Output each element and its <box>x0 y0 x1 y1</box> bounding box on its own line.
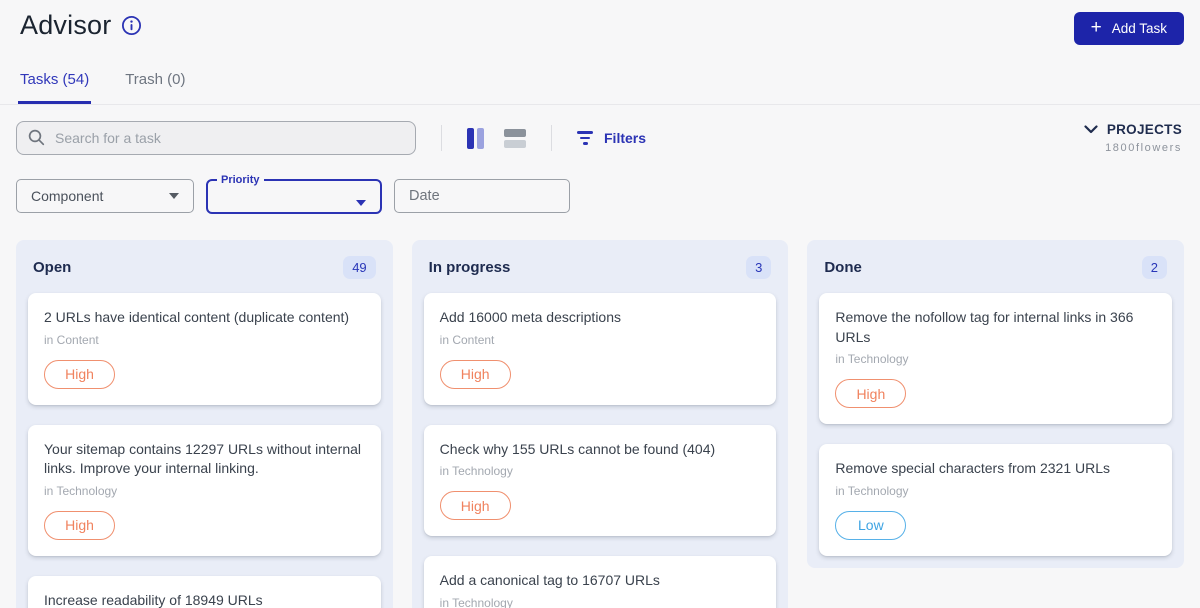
tab-trash[interactable]: Trash (0) <box>123 65 187 104</box>
kanban-view-icon[interactable] <box>467 127 484 149</box>
card-list: Remove the nofollow tag for internal lin… <box>819 293 1173 556</box>
list-view-icon[interactable] <box>504 128 526 148</box>
caret-down-icon <box>169 193 179 199</box>
title-wrap: Advisor <box>20 10 142 41</box>
card-component: in Technology <box>44 483 118 498</box>
task-card[interactable]: Remove the nofollow tag for internal lin… <box>819 293 1173 425</box>
tab-tasks[interactable]: Tasks (54) <box>18 65 92 104</box>
column-count-badge: 3 <box>746 256 772 279</box>
search-icon <box>28 129 45 151</box>
advisor-app: Advisor + Add Task Tasks (54) Trash (0) <box>0 0 1200 608</box>
card-component: in Technology <box>835 352 909 367</box>
card-component: in Technology <box>439 595 513 608</box>
divider <box>441 125 442 151</box>
card-component: in Content <box>44 332 99 347</box>
card-title: Add a canonical tag to 16707 URLs <box>439 572 660 589</box>
date-filter[interactable] <box>394 179 570 213</box>
priority-badge: Low <box>835 510 907 540</box>
column-count-badge: 49 <box>343 256 376 279</box>
column-header: Open 49 <box>28 252 381 293</box>
card-title: Your sitemap contains 12297 URLs without… <box>44 440 362 477</box>
priority-badge: High <box>44 359 115 389</box>
column-title: Done <box>824 259 862 276</box>
filter-icon <box>577 131 593 145</box>
project-name: 1800flowers <box>1105 142 1182 154</box>
info-icon[interactable] <box>121 15 142 36</box>
board-column-in-progress: In progress 3 Add 16000 meta descriptions i… <box>411 240 789 608</box>
board-column-done: Done 2 Remove the nofollow tag for interna… <box>807 240 1185 568</box>
toolbar: Filters PROJECTS 1800flowers <box>0 105 1200 155</box>
column-header: In progress 3 <box>424 252 777 293</box>
board: Open 49 2 URLs have identical content (dup… <box>0 214 1200 608</box>
component-filter-label: Component <box>31 188 104 204</box>
priority-badge: High <box>835 379 907 409</box>
component-filter[interactable]: Component <box>16 179 194 213</box>
priority-filter-label: Priority <box>221 174 260 186</box>
card-title: Check why 155 URLs cannot be found (404) <box>439 440 716 457</box>
divider <box>551 125 552 151</box>
task-card[interactable]: Remove special characters from 2321 URLs… <box>819 444 1173 556</box>
task-card[interactable]: Increase readability of 18949 URLsin Con… <box>28 575 381 608</box>
task-card[interactable]: Your sitemap contains 12297 URLs without… <box>28 424 381 556</box>
card-list: Add 16000 meta descriptions in Content Hig… <box>423 293 777 608</box>
projects-dropdown[interactable]: PROJECTS <box>1084 122 1182 137</box>
filters-button[interactable]: Filters <box>577 130 646 146</box>
card-component: in Technology <box>835 483 909 498</box>
priority-badge: High <box>439 491 511 521</box>
projects-block: PROJECTS 1800flowers <box>1084 122 1182 154</box>
card-list: 2 URLs have identical content (duplicate… <box>28 293 381 608</box>
priority-badge: High <box>44 510 115 540</box>
task-card[interactable]: Check why 155 URLs cannot be found (404)… <box>423 424 777 537</box>
card-component: in Technology <box>439 464 513 479</box>
card-title: Remove the nofollow tag for internal lin… <box>835 309 1134 345</box>
tab-bar: Tasks (54) Trash (0) <box>0 65 1200 105</box>
priority-filter[interactable]: Priority <box>206 174 382 214</box>
card-component: in Content <box>439 332 495 347</box>
task-card[interactable]: 2 URLs have identical content (duplicate… <box>28 293 381 405</box>
filter-row: Component Priority <box>0 155 1200 214</box>
card-title: Remove special characters from 2321 URLs <box>835 460 1111 477</box>
card-title: Add 16000 meta descriptions <box>439 309 622 325</box>
add-task-label: Add Task <box>1111 21 1167 36</box>
add-task-button[interactable]: + Add Task <box>1073 12 1184 45</box>
column-header: Done 2 <box>819 252 1172 293</box>
search-input[interactable] <box>16 121 416 155</box>
column-title: Open <box>33 259 72 276</box>
plus-icon: + <box>1090 17 1102 38</box>
column-count-badge: 2 <box>1141 256 1168 279</box>
search-wrap <box>16 121 416 155</box>
board-column-open: Open 49 2 URLs have identical content (dup… <box>16 240 393 608</box>
top-bar: Advisor + Add Task <box>0 0 1200 45</box>
chevron-down-icon <box>1084 125 1098 134</box>
card-title: 2 URLs have identical content (duplicate… <box>44 309 350 325</box>
projects-label: PROJECTS <box>1106 122 1182 137</box>
caret-down-icon <box>356 200 366 206</box>
priority-badge: High <box>439 359 511 389</box>
column-title: In progress <box>428 259 511 276</box>
task-card[interactable]: Add a canonical tag to 16707 URLs in Tech… <box>423 556 777 608</box>
card-title: Increase readability of 18949 URLs <box>44 591 263 608</box>
filters-label: Filters <box>604 130 647 146</box>
page-title: Advisor <box>20 10 112 40</box>
task-card[interactable]: Add 16000 meta descriptions in Content Hig… <box>423 293 777 405</box>
